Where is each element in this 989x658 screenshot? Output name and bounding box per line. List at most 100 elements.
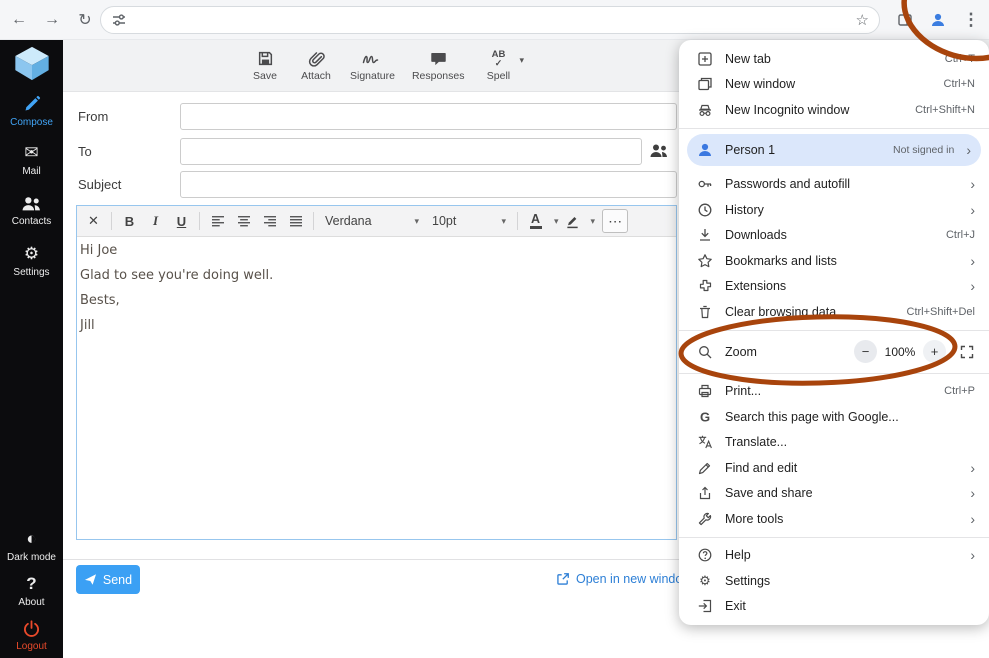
browser-toolbar: ← → ↻ ☆ ⋮ xyxy=(0,0,989,40)
contacts-icon xyxy=(21,195,42,212)
gear-icon: ⚙ xyxy=(697,573,713,589)
menu-item-save-and-share[interactable]: Save and share › xyxy=(679,481,989,507)
sidebar-item-settings[interactable]: ⚙ Settings xyxy=(13,245,49,278)
back-icon[interactable]: ← xyxy=(5,6,33,34)
menu-item-more-tools[interactable]: More tools › xyxy=(679,506,989,532)
button-label: Attach xyxy=(301,70,331,82)
tune-icon[interactable] xyxy=(111,12,127,28)
align-left-button[interactable] xyxy=(205,209,230,233)
signature-button[interactable]: Signature xyxy=(350,50,395,82)
exit-icon xyxy=(697,598,713,614)
align-right-button[interactable] xyxy=(257,209,282,233)
menu-item-downloads[interactable]: Downloads Ctrl+J xyxy=(679,223,989,249)
responses-button[interactable]: Responses xyxy=(412,50,465,82)
font-family-select[interactable]: Verdana ▾ xyxy=(319,209,425,233)
menu-item-help[interactable]: Help › xyxy=(679,543,989,569)
toolbar-separator xyxy=(313,212,314,230)
translate-icon xyxy=(697,434,713,450)
menu-item-find-and-edit[interactable]: Find and edit › xyxy=(679,455,989,481)
message-line: Hi Joe xyxy=(80,244,673,258)
sidebar-item-label: Dark mode xyxy=(7,552,56,563)
send-button[interactable]: Send xyxy=(76,565,140,594)
sidebar-item-about[interactable]: ? About xyxy=(18,575,44,608)
sidebar-item-logout[interactable]: Logout xyxy=(16,620,47,652)
fullscreen-icon[interactable] xyxy=(959,344,975,360)
text-color-caret-icon[interactable]: ▾ xyxy=(554,216,559,227)
align-center-button[interactable] xyxy=(231,209,256,233)
menu-item-search-with-google[interactable]: Search this page with Google... xyxy=(679,404,989,430)
save-button[interactable]: Save xyxy=(248,50,282,82)
chevron-right-icon: › xyxy=(970,485,975,501)
sidebar-item-dark-mode[interactable]: ◐ Dark mode xyxy=(7,530,56,563)
address-bar[interactable]: ☆ xyxy=(100,6,880,34)
menu-item-person[interactable]: Person 1 Not signed in › xyxy=(687,134,981,166)
menu-item-label: Clear browsing data xyxy=(725,305,907,319)
send-label: Send xyxy=(103,573,132,587)
address-input[interactable] xyxy=(135,13,856,28)
toolbar-separator xyxy=(199,212,200,230)
spell-caret-icon[interactable]: ▾ xyxy=(519,55,524,66)
menu-item-shortcut: Ctrl+Shift+N xyxy=(915,104,975,116)
menu-item-zoom: Zoom − 100% + xyxy=(679,336,989,368)
menu-item-clear-browsing-data[interactable]: Clear browsing data Ctrl+Shift+Del xyxy=(679,299,989,325)
menu-item-exit[interactable]: Exit xyxy=(679,594,989,620)
highlight-color-button[interactable] xyxy=(560,209,585,233)
menu-item-new-incognito-window[interactable]: New Incognito window Ctrl+Shift+N xyxy=(679,97,989,123)
highlight-caret-icon[interactable]: ▾ xyxy=(591,216,596,227)
underline-button[interactable]: U xyxy=(169,209,194,233)
sidebar-item-label: Contacts xyxy=(12,216,51,227)
menu-dots-icon[interactable]: ⋮ xyxy=(957,6,985,34)
sidebar-item-contacts[interactable]: Contacts xyxy=(12,195,51,227)
contacts-picker-icon[interactable] xyxy=(649,142,669,159)
chevron-right-icon: › xyxy=(970,202,975,218)
zoom-in-button[interactable]: + xyxy=(923,340,946,363)
menu-item-history[interactable]: History › xyxy=(679,197,989,223)
italic-button[interactable]: I xyxy=(143,209,168,233)
spell-button[interactable]: AB✓ Spell xyxy=(481,50,515,82)
to-input[interactable] xyxy=(180,138,642,165)
menu-item-settings[interactable]: ⚙ Settings xyxy=(679,568,989,594)
button-label: Responses xyxy=(412,70,465,82)
bold-button[interactable]: B xyxy=(117,209,142,233)
color-bar xyxy=(530,226,542,229)
side-panel-icon[interactable] xyxy=(891,6,919,34)
menu-item-print[interactable]: Print... Ctrl+P xyxy=(679,379,989,405)
menu-item-label: Translate... xyxy=(725,435,975,449)
align-justify-button[interactable] xyxy=(283,209,308,233)
zoom-out-button[interactable]: − xyxy=(854,340,877,363)
message-line: Glad to see you're doing well. xyxy=(80,269,673,283)
bookmark-star-icon[interactable]: ☆ xyxy=(856,11,869,29)
menu-item-label: New tab xyxy=(725,52,945,66)
chevron-right-icon: › xyxy=(970,176,975,192)
menu-item-shortcut: Ctrl+N xyxy=(944,78,975,90)
menu-item-label: History xyxy=(725,203,962,217)
subject-input[interactable] xyxy=(180,171,677,198)
menu-item-passwords-and-autofill[interactable]: Passwords and autofill › xyxy=(679,172,989,198)
menu-item-new-tab[interactable]: New tab Ctrl+T xyxy=(679,46,989,72)
send-icon xyxy=(84,573,97,586)
from-input[interactable] xyxy=(180,103,677,130)
menu-item-bookmarks-and-lists[interactable]: Bookmarks and lists › xyxy=(679,248,989,274)
app-logo-icon[interactable] xyxy=(12,45,52,82)
subject-label: Subject xyxy=(78,177,121,192)
trash-icon xyxy=(697,304,713,320)
sidebar-item-mail[interactable]: ✉ Mail xyxy=(22,144,40,177)
font-size-select[interactable]: 10pt ▾ xyxy=(426,209,512,233)
reload-icon[interactable]: ↻ xyxy=(71,6,99,34)
sidebar-item-compose[interactable]: Compose xyxy=(10,95,53,128)
signature-icon xyxy=(362,50,382,67)
chevron-right-icon: › xyxy=(970,278,975,294)
menu-item-translate[interactable]: Translate... xyxy=(679,430,989,456)
profile-icon[interactable] xyxy=(924,6,952,34)
editor-body[interactable]: Hi Joe Glad to see you're doing well. Be… xyxy=(77,237,676,539)
more-formatting-button[interactable]: ⋯ xyxy=(602,209,628,233)
menu-item-new-window[interactable]: New window Ctrl+N xyxy=(679,72,989,98)
compose-icon xyxy=(23,95,41,113)
close-toolbar-button[interactable]: ✕ xyxy=(81,209,106,233)
text-color-button[interactable]: A xyxy=(523,209,548,233)
open-in-new-window-link[interactable]: Open in new window xyxy=(556,572,691,586)
attach-button[interactable]: Attach xyxy=(299,50,333,82)
menu-item-extensions[interactable]: Extensions › xyxy=(679,274,989,300)
spell-check-icon: AB✓ xyxy=(492,50,506,67)
forward-icon[interactable]: → xyxy=(38,6,66,34)
